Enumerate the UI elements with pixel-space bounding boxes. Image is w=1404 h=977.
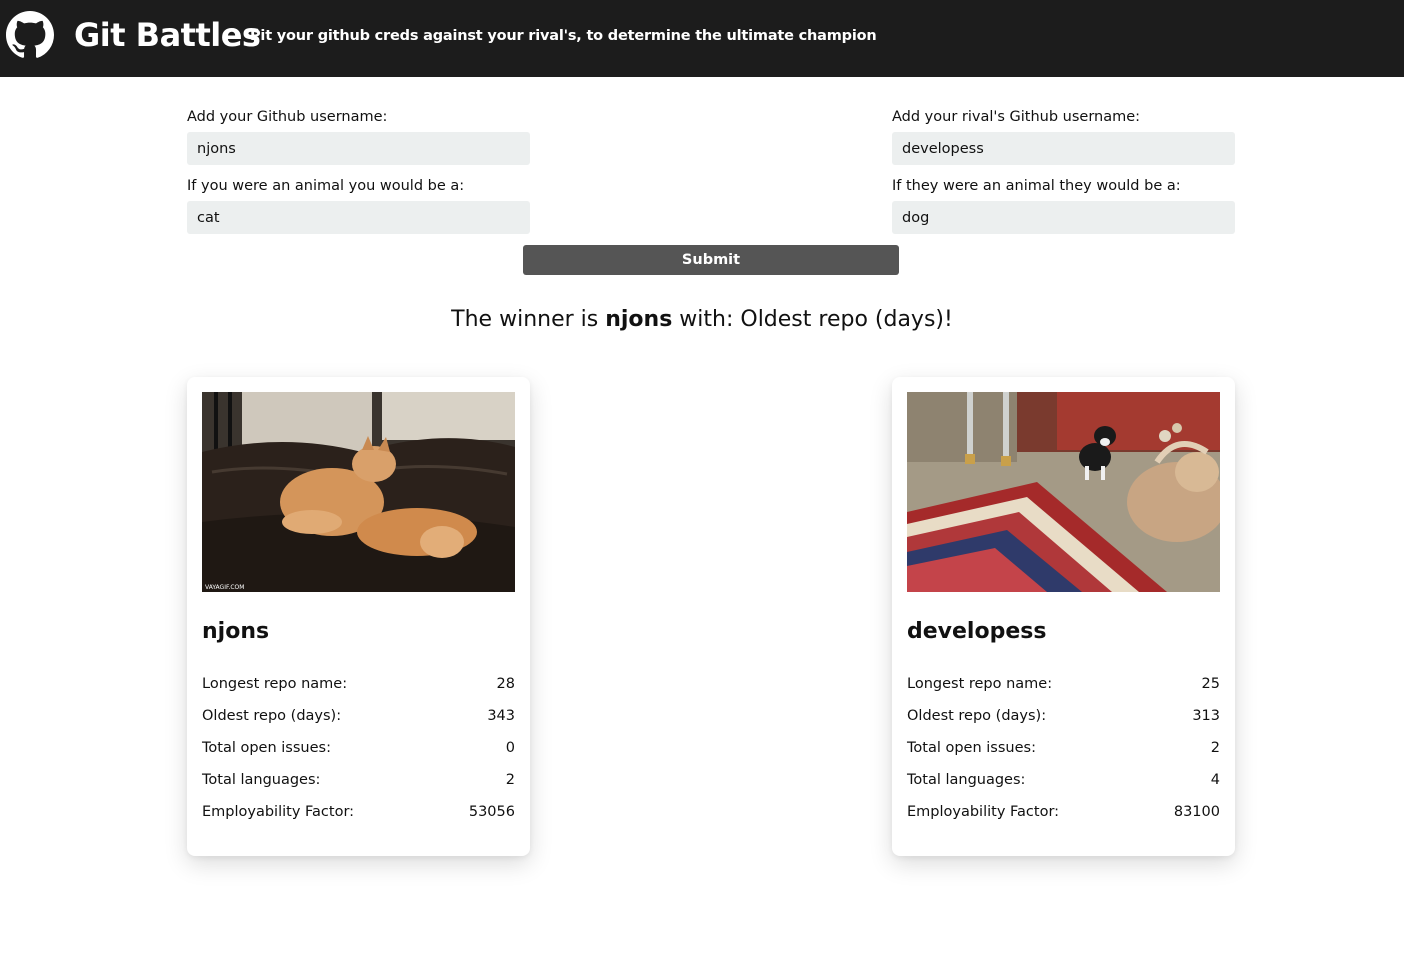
github-octocat-icon[interactable]: [6, 11, 54, 59]
rival-name: developess: [907, 619, 1047, 644]
submit-button[interactable]: Submit: [523, 245, 899, 275]
stat-row: Longest repo name: 25: [907, 674, 1220, 694]
app-title: Git Battles: [74, 16, 261, 54]
animal-label: If you were an animal you would be a:: [187, 178, 465, 194]
stat-label: Total open issues:: [202, 740, 331, 756]
animal-gif-image: [907, 392, 1220, 592]
winner-category: Oldest repo (days): [740, 307, 944, 332]
stat-row: Oldest repo (days): 343: [202, 706, 515, 726]
stat-value: 0: [505, 740, 515, 756]
stat-row: Oldest repo (days): 313: [907, 706, 1220, 726]
stat-value: 2: [1210, 740, 1220, 756]
stat-value: 2: [505, 772, 515, 788]
stat-value: 343: [487, 708, 515, 724]
username-label: Add your Github username:: [187, 109, 388, 125]
rival-card: developess Longest repo name: 25 Oldest r…: [892, 377, 1235, 856]
stat-value: 53056: [468, 804, 515, 820]
app-tagline: Pit your github creds against your rival…: [250, 28, 877, 44]
stat-label: Total open issues:: [907, 740, 1036, 756]
player-card: VAYAGIF.COM njons Longest repo name: 28 O…: [187, 377, 530, 856]
stat-label: Longest repo name:: [202, 676, 348, 692]
stat-value: 4: [1210, 772, 1220, 788]
rival-animal-input[interactable]: [892, 201, 1235, 234]
stat-label: Longest repo name:: [907, 676, 1053, 692]
stat-row: Employability Factor: 53056: [202, 802, 515, 822]
player-name: njons: [202, 619, 270, 644]
app-header: Git Battles Pit your github creds agains…: [0, 0, 1404, 77]
stat-label: Employability Factor:: [907, 804, 1060, 820]
stat-label: Employability Factor:: [202, 804, 355, 820]
stat-label: Oldest repo (days):: [202, 708, 342, 724]
rival-username-label: Add your rival's Github username:: [892, 109, 1141, 125]
stat-row: Total languages: 4: [907, 770, 1220, 790]
stat-row: Total open issues: 2: [907, 738, 1220, 758]
winner-middle: with:: [672, 307, 741, 332]
stat-row: Total languages: 2: [202, 770, 515, 790]
stat-value: 313: [1192, 708, 1220, 724]
stat-value: 25: [1201, 676, 1220, 692]
stat-value: 83100: [1173, 804, 1220, 820]
stat-row: Longest repo name: 28: [202, 674, 515, 694]
stat-label: Total languages:: [907, 772, 1026, 788]
stat-label: Total languages:: [202, 772, 321, 788]
rival-animal-label: If they were an animal they would be a:: [892, 178, 1181, 194]
gif-watermark: VAYAGIF.COM: [205, 584, 244, 591]
winner-name: njons: [605, 307, 673, 332]
stat-row: Total open issues: 0: [202, 738, 515, 758]
winner-prefix: The winner is: [451, 307, 606, 332]
stat-value: 28: [496, 676, 515, 692]
animal-gif-image: VAYAGIF.COM: [202, 392, 515, 592]
winner-suffix: !: [944, 307, 953, 332]
rival-username-input[interactable]: [892, 132, 1235, 165]
winner-announcement: The winner is njons with: Oldest repo (d…: [0, 305, 1404, 335]
stat-label: Oldest repo (days):: [907, 708, 1047, 724]
stat-row: Employability Factor: 83100: [907, 802, 1220, 822]
animal-input[interactable]: [187, 201, 530, 234]
username-input[interactable]: [187, 132, 530, 165]
